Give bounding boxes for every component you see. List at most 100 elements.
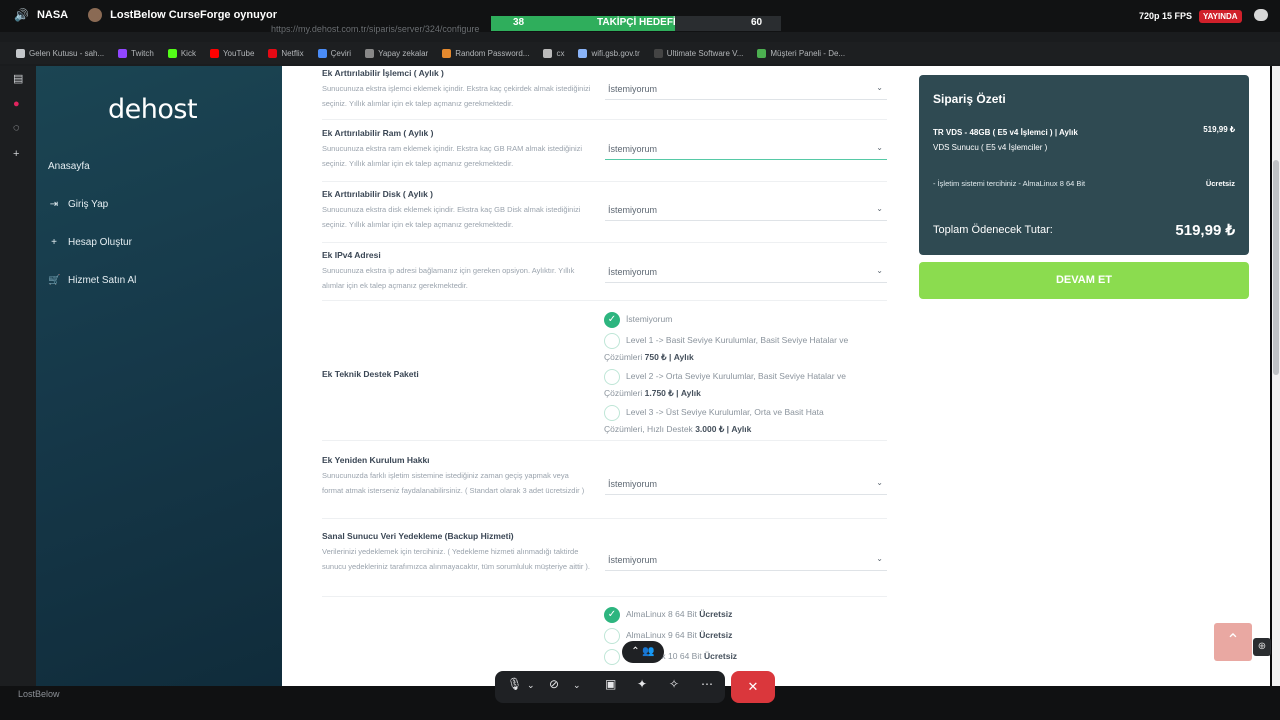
option-tag: Ücretsiz bbox=[703, 651, 738, 661]
backup-select[interactable]: İstemiyorum ⌄ bbox=[605, 549, 887, 571]
bookmark-item[interactable]: Netflix bbox=[268, 48, 304, 58]
bookmark-item[interactable]: Twitch bbox=[118, 48, 154, 58]
support-option-level3[interactable]: Level 3 -> Üst Seviye Kurulumlar, Orta v… bbox=[604, 404, 866, 438]
soundboard-icon[interactable]: ✧ bbox=[669, 677, 679, 691]
bookmark-favicon-icon bbox=[167, 48, 177, 58]
activities-icon[interactable]: ✦ bbox=[637, 677, 647, 691]
radio-circle bbox=[604, 627, 620, 644]
option-price: 1.750 ₺ bbox=[644, 388, 674, 398]
camera-off-icon[interactable]: ⊘ bbox=[549, 677, 559, 691]
option-tag: Ücretsiz bbox=[699, 630, 733, 640]
os-price: Ücretsiz bbox=[1205, 179, 1235, 188]
sidebar-item-hizmet[interactable]: 🛒 Hizmet Satın Al bbox=[48, 275, 136, 286]
call-controls: 🎙 ⌄ ⊘ ⌄ ▣ ✦ ✧ ⋯ bbox=[495, 671, 725, 703]
bookmark-item[interactable]: Çeviri bbox=[317, 48, 352, 58]
ram-select[interactable]: İstemiyorum ⌄ bbox=[605, 138, 887, 160]
avatar bbox=[88, 8, 103, 22]
bookmark-favicon-icon bbox=[442, 48, 452, 58]
chevron-down-icon: ⌄ bbox=[876, 204, 883, 213]
quality-label: 720p 15 FPS bbox=[1139, 11, 1193, 21]
activity-text: LostBelow CurseForge oynuyor bbox=[110, 9, 277, 21]
ram-desc: Sunucunuza ekstra ram eklemek içindir. E… bbox=[322, 144, 583, 168]
stream-top-bar: 🔊 NASA LostBelow CurseForge oynuyor 38 T… bbox=[0, 0, 1280, 32]
order-summary-card: Sipariş Özeti TR VDS - 48GB ( E5 v4 İşle… bbox=[919, 75, 1249, 255]
dehost-logo[interactable]: dehost bbox=[108, 94, 198, 125]
support-option-level1[interactable]: Level 1 -> Basit Seviye Kurulumlar, Basi… bbox=[604, 332, 866, 366]
bookmark-favicon-icon bbox=[365, 48, 375, 58]
bookmark-favicon-icon bbox=[653, 48, 663, 58]
backup-desc: Verilerinizi yedeklemek için tercihiniz.… bbox=[322, 547, 591, 571]
refresh-icon[interactable]: ◌ bbox=[13, 122, 20, 134]
check-icon: ✓ bbox=[604, 606, 620, 623]
plus-icon: + bbox=[51, 237, 57, 248]
disk-desc: Sunucunuza ekstra disk eklemek içindir. … bbox=[322, 205, 581, 229]
zoom-icon[interactable]: ⊕ bbox=[1253, 638, 1271, 656]
reinstall-select[interactable]: İstemiyorum ⌄ bbox=[605, 473, 887, 495]
address-bar[interactable]: https://my.dehost.com.tr/siparis/server/… bbox=[271, 24, 501, 40]
add-icon[interactable]: + bbox=[13, 148, 19, 160]
option-price: 3.000 ₺ bbox=[695, 424, 725, 434]
end-call-button[interactable]: ✕ bbox=[731, 671, 775, 703]
support-option-none[interactable]: ✓ İstemiyorum bbox=[604, 311, 866, 328]
bookmark-item[interactable]: Müşteri Paneli - De... bbox=[757, 48, 845, 58]
disk-select[interactable]: İstemiyorum ⌄ bbox=[605, 199, 887, 221]
youtube-icon[interactable]: ● bbox=[13, 98, 20, 110]
scroll-top-button[interactable]: ⌃ bbox=[1214, 623, 1252, 661]
order-summary-column: Sipariş Özeti TR VDS - 48GB ( E5 v4 İşle… bbox=[902, 66, 1270, 686]
bookmark-favicon-icon bbox=[757, 48, 767, 58]
ipv4-select[interactable]: İstemiyorum ⌄ bbox=[605, 261, 887, 283]
bookmark-item[interactable]: Kick bbox=[167, 48, 196, 58]
microphone-icon[interactable]: 🎙 bbox=[507, 677, 522, 691]
bookmark-item[interactable]: Yapay zekalar bbox=[365, 48, 429, 58]
sidebar-item-giris[interactable]: ⇥ Giriş Yap bbox=[48, 199, 108, 210]
cpu-select[interactable]: İstemiyorum ⌄ bbox=[605, 78, 887, 100]
bookmark-label: Çeviri bbox=[330, 48, 352, 58]
continue-button[interactable]: DEVAM ET bbox=[919, 262, 1249, 299]
more-icon[interactable]: ⋯ bbox=[701, 677, 713, 691]
cpu-desc: Sunucunuza ekstra işlemci eklemek içindi… bbox=[322, 84, 591, 108]
product-sub: VDS Sunucu ( E5 v4 İşlemciler ) bbox=[933, 143, 1048, 152]
sidebar-item-label: Hizmet Satın Al bbox=[68, 275, 137, 286]
goal-label: TAKİPÇİ HEDEFİ bbox=[597, 17, 676, 28]
bookmark-label: Netflix bbox=[281, 48, 304, 58]
os-option-alma8[interactable]: ✓ AlmaLinux 8 64 Bit Ücretsiz bbox=[604, 606, 866, 623]
bookmark-item[interactable]: Gelen Kutusu - sah... bbox=[16, 48, 105, 58]
bookmark-label: YouTube bbox=[222, 48, 255, 58]
option-label: Level 1 -> Basit Seviye Kurulumlar, Basi… bbox=[604, 335, 849, 362]
chat-icon[interactable] bbox=[1254, 9, 1268, 21]
cpu-value: İstemiyorum bbox=[608, 84, 658, 94]
bookmark-favicon-icon bbox=[317, 48, 327, 58]
chevron-down-icon: ⌄ bbox=[876, 478, 883, 487]
scrollbar[interactable] bbox=[1272, 66, 1280, 686]
bookmark-item[interactable]: YouTube bbox=[209, 48, 255, 58]
call-user-name: LostBelow bbox=[18, 689, 60, 699]
sidebar-toggle-icon[interactable]: ▤ bbox=[13, 72, 23, 85]
reinstall-title: Ek Yeniden Kurulum Hakkı bbox=[322, 455, 430, 465]
sidebar-item-hesap[interactable]: + Hesap Oluştur bbox=[48, 237, 132, 248]
bookmark-item[interactable]: cx bbox=[543, 48, 564, 58]
chevron-down-icon[interactable]: ⌄ bbox=[573, 680, 581, 691]
bookmark-item[interactable]: wifi.gsb.gov.tr bbox=[578, 48, 640, 58]
total-value: 519,99 ₺ bbox=[1175, 222, 1235, 239]
speaker-icon[interactable]: 🔊 bbox=[14, 8, 29, 22]
chevron-down-icon: ⌄ bbox=[876, 143, 883, 152]
screen-share-icon[interactable]: ▣ bbox=[605, 677, 616, 691]
site-sidebar: dehost Anasayfa ⇥ Giriş Yap + Hesap Oluş… bbox=[36, 66, 282, 686]
chevron-down-icon[interactable]: ⌄ bbox=[527, 680, 535, 691]
bookmark-label: Gelen Kutusu - sah... bbox=[29, 48, 105, 58]
configure-form: Ek Arttırılabilir İşlemci ( Aylık ) Sunu… bbox=[282, 66, 902, 686]
bookmark-label: Yapay zekalar bbox=[378, 48, 429, 58]
scrollbar-thumb[interactable] bbox=[1273, 160, 1279, 375]
option-period: Aylık bbox=[673, 352, 694, 362]
share-expand-button[interactable]: ⌃ 👥 bbox=[622, 641, 664, 663]
bookmark-item[interactable]: Ultimate Software V... bbox=[653, 48, 743, 58]
option-label: İstemiyorum bbox=[626, 314, 673, 324]
bookmark-item[interactable]: Random Password... bbox=[442, 48, 529, 58]
ipv4-desc: Sunucunuza ekstra ip adresi bağlamanız i… bbox=[322, 266, 575, 290]
support-option-level2[interactable]: Level 2 -> Orta Seviye Kurulumlar, Basit… bbox=[604, 368, 866, 402]
summary-os: - İşletim sistemi tercihiniz - AlmaLinux… bbox=[933, 179, 1086, 188]
radio-circle bbox=[604, 332, 620, 349]
sidebar-item-anasayfa[interactable]: Anasayfa bbox=[48, 161, 90, 172]
summary-product: TR VDS - 48GB ( E5 v4 İşlemci ) | Aylık V… bbox=[933, 125, 1078, 155]
bookmark-label: Kick bbox=[180, 48, 196, 58]
